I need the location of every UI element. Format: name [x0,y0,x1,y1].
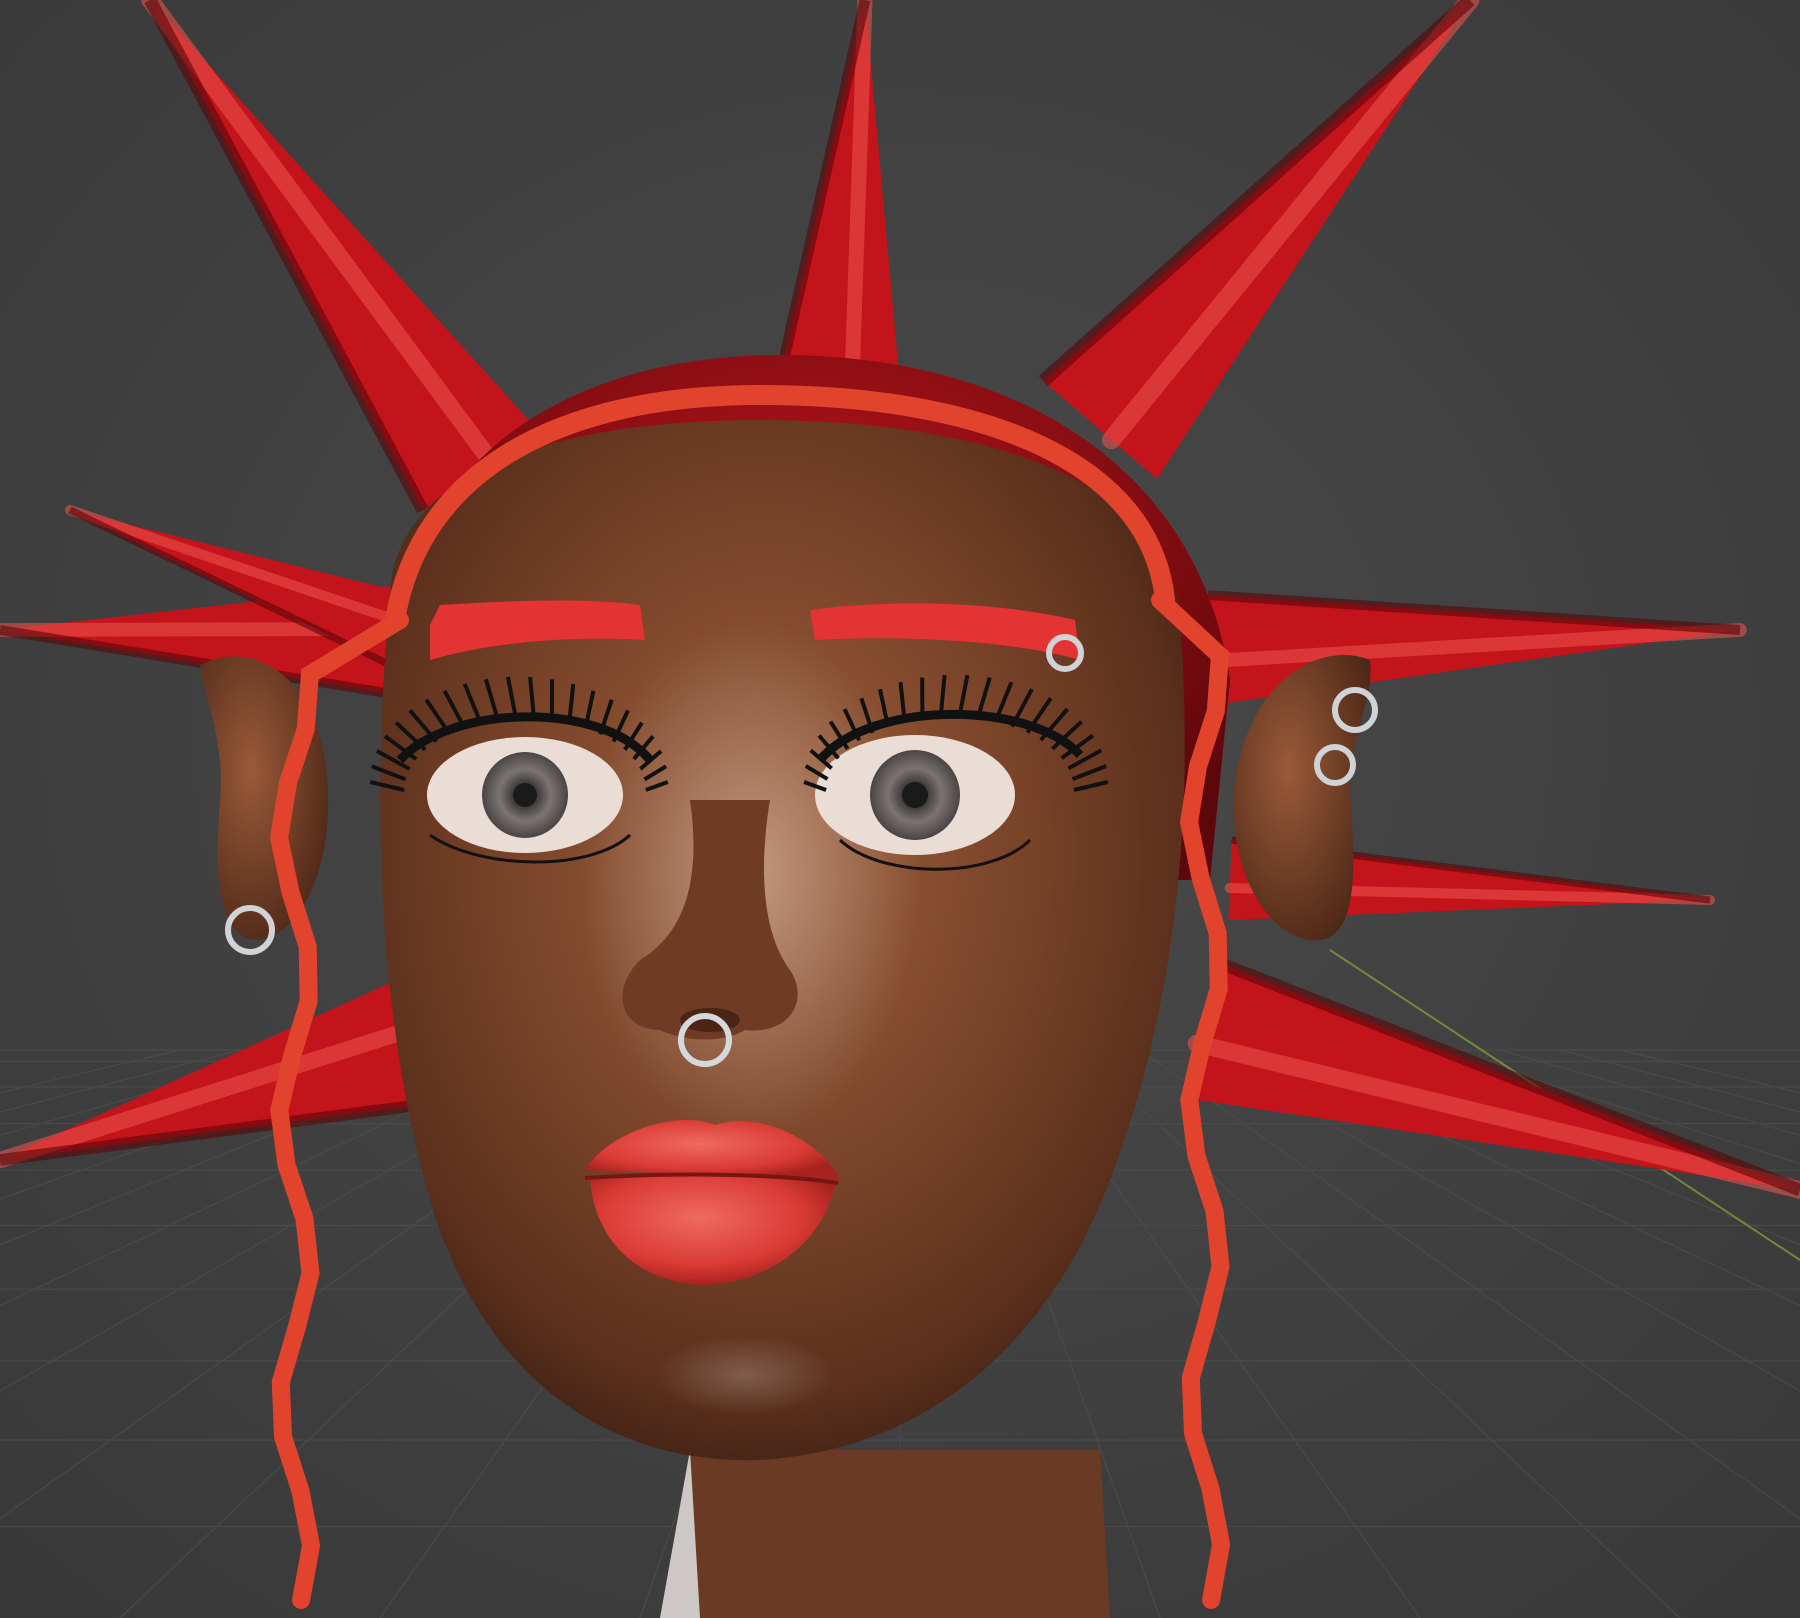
neck [660,1450,1110,1618]
chin-highlight [655,1335,835,1415]
viewport-canvas[interactable] [0,0,1800,1618]
3d-viewport[interactable] [0,0,1800,1618]
